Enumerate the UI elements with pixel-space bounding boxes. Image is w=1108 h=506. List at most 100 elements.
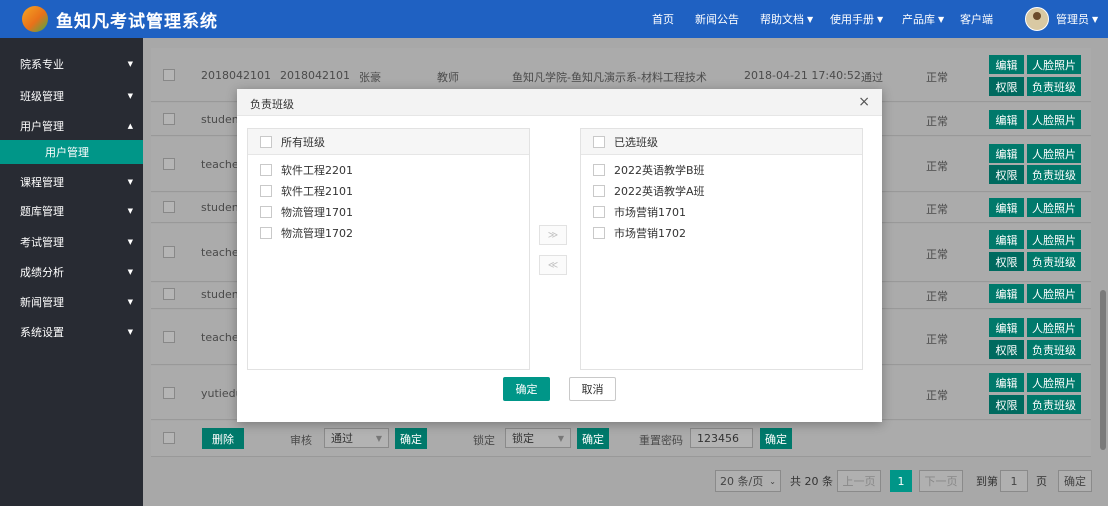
item-checkbox[interactable]	[593, 227, 605, 239]
next-page-button[interactable]: 下一页	[919, 470, 963, 492]
row-checkbox[interactable]	[163, 288, 175, 300]
sidebar-item-users[interactable]: 用户管理 ▲	[0, 116, 143, 136]
row-checkbox[interactable]	[163, 246, 175, 258]
row-checkbox[interactable]	[163, 158, 175, 170]
item-checkbox[interactable]	[260, 206, 272, 218]
permission-button[interactable]: 权限	[989, 252, 1024, 271]
responsible-classes-dialog: 负责班级 × 所有班级 软件工程2201 软件工程2101 物流管理1701 物…	[237, 89, 882, 422]
permission-button[interactable]: 权限	[989, 77, 1024, 96]
delete-button[interactable]: 删除	[202, 428, 244, 449]
brand[interactable]: 鱼知凡考试管理系统	[22, 6, 218, 32]
edit-button[interactable]: 编辑	[989, 318, 1024, 337]
cell-audit: 通过	[861, 71, 883, 84]
nav-products[interactable]: 产品库 ▼	[902, 0, 944, 38]
sidebar-item-news[interactable]: 新闻管理 ▼	[0, 292, 143, 312]
face-photo-button[interactable]: 人脸照片	[1027, 373, 1081, 392]
edit-button[interactable]: 编辑	[989, 284, 1024, 303]
edit-button[interactable]: 编辑	[989, 55, 1024, 74]
audit-select[interactable]: 通过 ▼	[324, 428, 389, 448]
face-photo-button[interactable]: 人脸照片	[1027, 144, 1081, 163]
all-classes-header[interactable]: 所有班级	[248, 129, 529, 155]
nav-home[interactable]: 首页	[652, 0, 674, 38]
permission-button[interactable]: 权限	[989, 340, 1024, 359]
row-checkbox[interactable]	[163, 113, 175, 125]
selected-classes-header[interactable]: 已选班级	[581, 129, 862, 155]
user-menu[interactable]: 管理员 ▼	[1056, 0, 1098, 38]
select-all-right-checkbox[interactable]	[593, 135, 605, 148]
sidebar-subitem-users[interactable]: 用户管理	[0, 140, 143, 164]
close-icon[interactable]: ×	[858, 94, 870, 110]
row-checkbox[interactable]	[163, 331, 175, 343]
audit-confirm-button[interactable]: 确定	[395, 428, 427, 449]
lock-confirm-button[interactable]: 确定	[577, 428, 609, 449]
item-checkbox[interactable]	[260, 227, 272, 239]
reset-password-input[interactable]: 123456	[690, 428, 753, 448]
sidebar-item-courses[interactable]: 课程管理 ▼	[0, 172, 143, 192]
item-checkbox[interactable]	[260, 185, 272, 197]
select-all-left-checkbox[interactable]	[260, 135, 272, 148]
lock-label: 锁定	[473, 434, 495, 447]
cell-status: 正常	[926, 160, 948, 173]
sidebar-item-exams[interactable]: 考试管理 ▼	[0, 232, 143, 252]
face-photo-button[interactable]: 人脸照片	[1027, 110, 1081, 129]
sidebar-item-question-bank[interactable]: 题库管理 ▼	[0, 201, 143, 221]
list-item[interactable]: 2022英语教学A班	[593, 183, 705, 199]
responsible-classes-button[interactable]: 负责班级	[1027, 340, 1081, 359]
sidebar-item-scores[interactable]: 成绩分析 ▼	[0, 262, 143, 282]
cell-status: 正常	[926, 71, 948, 84]
cancel-button[interactable]: 取消	[569, 377, 616, 401]
confirm-button[interactable]: 确定	[503, 377, 550, 401]
sidebar-item-departments[interactable]: 院系专业 ▼	[0, 54, 143, 74]
move-right-button[interactable]: ≫	[539, 225, 567, 245]
responsible-classes-button[interactable]: 负责班级	[1027, 77, 1081, 96]
face-photo-button[interactable]: 人脸照片	[1027, 318, 1081, 337]
audit-label: 审核	[290, 434, 312, 447]
responsible-classes-button[interactable]: 负责班级	[1027, 165, 1081, 184]
list-item[interactable]: 市场营销1701	[593, 204, 686, 220]
move-left-button[interactable]: ≪	[539, 255, 567, 275]
list-item[interactable]: 物流管理1701	[260, 204, 353, 220]
permission-button[interactable]: 权限	[989, 395, 1024, 414]
permission-button[interactable]: 权限	[989, 165, 1024, 184]
edit-button[interactable]: 编辑	[989, 110, 1024, 129]
list-item[interactable]: 物流管理1702	[260, 225, 353, 241]
edit-button[interactable]: 编辑	[989, 373, 1024, 392]
edit-button[interactable]: 编辑	[989, 144, 1024, 163]
item-checkbox[interactable]	[260, 164, 272, 176]
dialog-title: 负责班级	[250, 98, 294, 111]
list-item[interactable]: 软件工程2101	[260, 183, 353, 199]
nav-news[interactable]: 新闻公告	[695, 0, 739, 38]
page-1-button[interactable]: 1	[890, 470, 912, 492]
lock-select[interactable]: 锁定 ▼	[505, 428, 571, 448]
item-checkbox[interactable]	[593, 206, 605, 218]
list-item[interactable]: 2022英语教学B班	[593, 162, 705, 178]
goto-confirm-button[interactable]: 确定	[1058, 470, 1092, 492]
nav-client[interactable]: 客户端	[960, 0, 993, 38]
avatar[interactable]	[1025, 7, 1049, 31]
face-photo-button[interactable]: 人脸照片	[1027, 230, 1081, 249]
row-checkbox[interactable]	[163, 201, 175, 213]
list-item[interactable]: 软件工程2201	[260, 162, 353, 178]
scrollbar[interactable]	[1100, 290, 1106, 450]
sidebar-item-settings[interactable]: 系统设置 ▼	[0, 322, 143, 342]
face-photo-button[interactable]: 人脸照片	[1027, 55, 1081, 74]
item-checkbox[interactable]	[593, 164, 605, 176]
list-item[interactable]: 市场营销1702	[593, 225, 686, 241]
edit-button[interactable]: 编辑	[989, 230, 1024, 249]
face-photo-button[interactable]: 人脸照片	[1027, 284, 1081, 303]
select-all-checkbox[interactable]	[163, 432, 175, 444]
row-checkbox[interactable]	[163, 69, 175, 81]
reset-password-confirm-button[interactable]: 确定	[760, 428, 792, 449]
face-photo-button[interactable]: 人脸照片	[1027, 198, 1081, 217]
prev-page-button[interactable]: 上一页	[837, 470, 881, 492]
edit-button[interactable]: 编辑	[989, 198, 1024, 217]
nav-manual[interactable]: 使用手册 ▼	[830, 0, 883, 38]
nav-help[interactable]: 帮助文档 ▼	[760, 0, 813, 38]
row-checkbox[interactable]	[163, 387, 175, 399]
goto-page-input[interactable]: 1	[1000, 470, 1028, 492]
responsible-classes-button[interactable]: 负责班级	[1027, 252, 1081, 271]
sidebar-item-classes[interactable]: 班级管理 ▼	[0, 86, 143, 106]
item-checkbox[interactable]	[593, 185, 605, 197]
page-size-select[interactable]: 20 条/页 ⌄	[715, 470, 781, 492]
responsible-classes-button[interactable]: 负责班级	[1027, 395, 1081, 414]
